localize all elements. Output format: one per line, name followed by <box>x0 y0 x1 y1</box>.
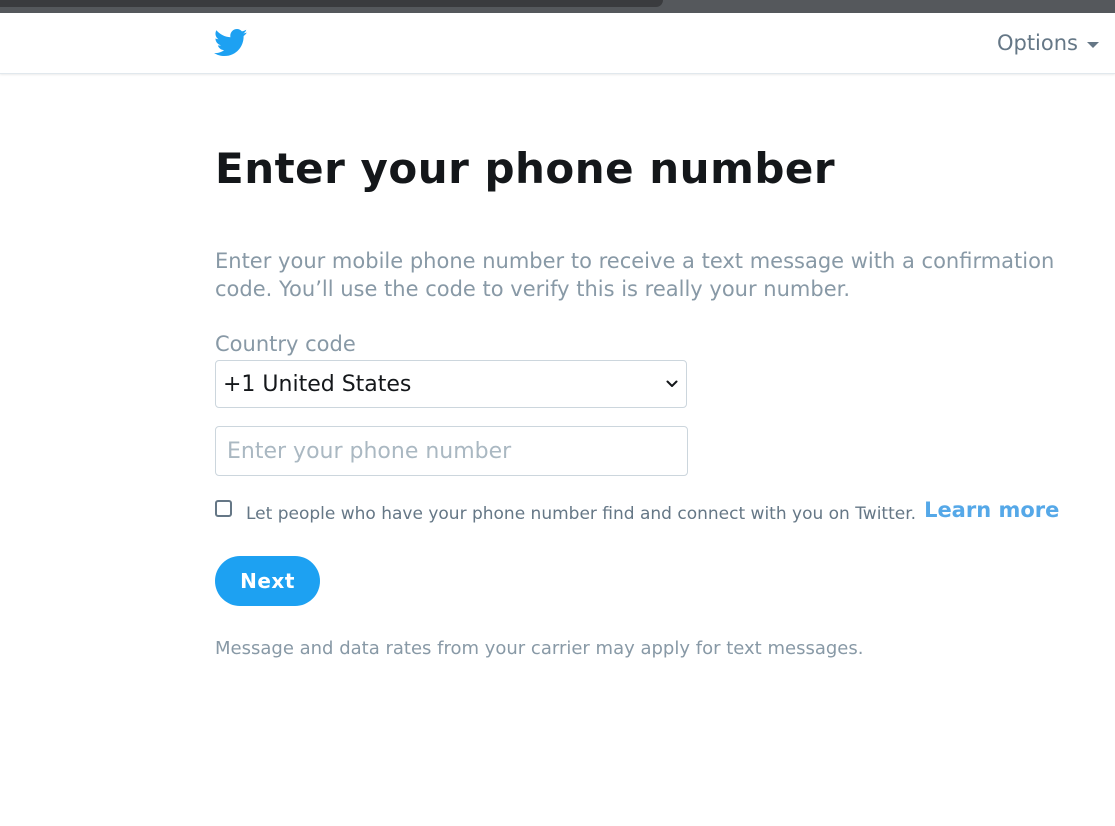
discoverable-checkbox[interactable] <box>215 500 232 517</box>
phone-number-input[interactable] <box>215 426 688 476</box>
page-title: Enter your phone number <box>215 144 836 193</box>
discoverable-option-row: Let people who have your phone number fi… <box>215 496 1059 524</box>
page-description: Enter your mobile phone number to receiv… <box>215 249 1055 301</box>
country-code-select[interactable]: +1 United States <box>215 360 687 408</box>
rates-notice: Message and data rates from your carrier… <box>215 638 864 659</box>
caret-down-icon <box>1087 41 1099 48</box>
twitter-bird-icon[interactable] <box>214 29 248 57</box>
browser-chrome-strip <box>0 0 1115 13</box>
options-label: Options <box>996 31 1078 55</box>
options-menu-button[interactable]: Options <box>997 31 1099 55</box>
next-button[interactable]: Next <box>215 556 320 606</box>
learn-more-link[interactable]: Learn more <box>924 498 1059 522</box>
country-code-value: +1 United States <box>223 371 412 397</box>
discoverable-label: Let people who have your phone number fi… <box>246 504 917 524</box>
country-code-label: Country code <box>215 332 356 356</box>
chevron-down-icon <box>666 380 678 387</box>
browser-tab-edge <box>0 0 663 7</box>
top-navigation-bar: Options <box>0 13 1115 74</box>
